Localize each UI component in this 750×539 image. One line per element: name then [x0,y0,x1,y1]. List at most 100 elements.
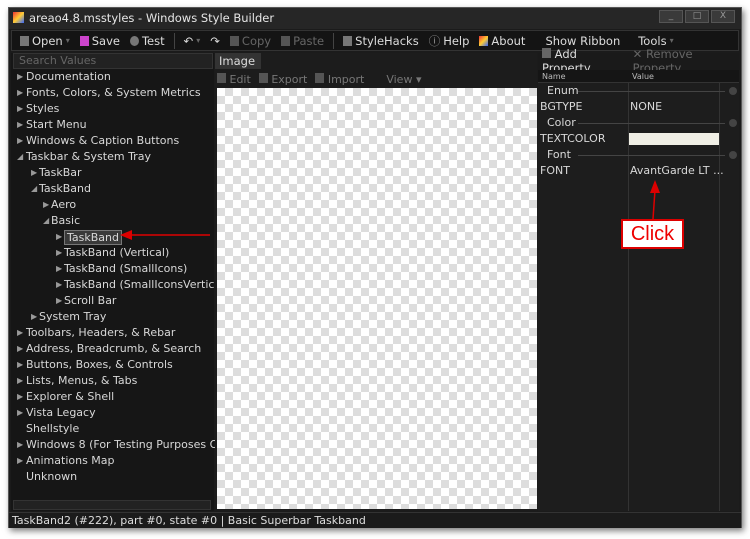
collapse-icon[interactable] [729,87,737,95]
tree-item-label: TaskBar [39,166,82,179]
collapsed-arrow-icon[interactable]: ▶ [56,229,62,245]
tree-item[interactable]: ◢ TaskBand [11,181,214,197]
expanded-arrow-icon[interactable]: ◢ [17,149,23,165]
collapsed-arrow-icon[interactable]: ▶ [17,69,23,85]
tree-item[interactable]: ▶ TaskBand [11,229,214,245]
tree-item[interactable]: ▶ System Tray [11,309,214,325]
tree-item[interactable]: ▶ TaskBand (Vertical) [11,245,214,261]
property-value[interactable]: AvantGarde LT ... [630,163,724,179]
collapsed-arrow-icon[interactable]: ▶ [56,261,62,277]
color-swatch[interactable] [629,133,719,145]
property-category[interactable]: Color [538,115,739,131]
collapsed-arrow-icon[interactable]: ▶ [17,101,23,117]
horizontal-scrollbar[interactable] [13,500,211,510]
tree-item[interactable]: ▶ Animations Map [11,453,214,469]
save-button[interactable]: Save [76,34,124,48]
expanded-arrow-icon[interactable]: ◢ [43,213,49,229]
collapsed-arrow-icon[interactable]: ▶ [17,117,23,133]
about-button[interactable]: About [475,34,529,48]
collapsed-arrow-icon[interactable]: ▶ [56,277,62,293]
paste-button[interactable]: Paste [277,34,328,48]
tree-item[interactable]: ▶ TaskBar [11,165,214,181]
property-value[interactable]: NONE [630,99,662,115]
test-button[interactable]: Test [126,34,169,48]
edit-button[interactable]: Edit [217,72,251,86]
tree-item[interactable]: ▶ TaskBand (SmallIcons) [11,261,214,277]
tab-image[interactable]: Image [215,53,261,69]
tree-item[interactable]: Shellstyle [11,421,214,437]
tree-item[interactable]: ◢ Taskbar & System Tray [11,149,214,165]
tree-item[interactable]: ▶ Lists, Menus, & Tabs [11,373,214,389]
tree-item[interactable]: ▶ Windows & Caption Buttons [11,133,214,149]
property-name: Font [547,148,571,161]
tree-item-label: Start Menu [26,118,87,131]
tree-item[interactable]: ▶ TaskBand (SmallIconsVertical) [11,277,229,293]
collapsed-arrow-icon[interactable]: ▶ [31,309,37,325]
collapsed-arrow-icon[interactable]: ▶ [17,389,23,405]
close-button[interactable]: X [711,10,735,23]
show-ribbon-button[interactable]: Show Ribbon [541,34,624,48]
tree-item[interactable]: ▶ Explorer & Shell [11,389,214,405]
collapsed-arrow-icon[interactable]: ▶ [17,405,23,421]
collapsed-arrow-icon[interactable]: ▶ [17,453,23,469]
maximize-button[interactable]: □ [685,10,709,23]
stylehacks-button[interactable]: StyleHacks [339,34,423,48]
property-row[interactable]: BGTYPE NONE [538,99,739,115]
collapsed-arrow-icon[interactable]: ▶ [17,437,23,453]
tree-item[interactable]: Unknown [11,469,214,485]
tree-item[interactable]: ▶ Address, Breadcrumb, & Search [11,341,214,357]
collapsed-arrow-icon[interactable]: ▶ [43,197,49,213]
property-row[interactable]: FONT AvantGarde LT ... [538,163,739,179]
collapsed-arrow-icon[interactable]: ▶ [17,341,23,357]
property-category[interactable]: Font [538,147,739,163]
tree-item-label: Explorer & Shell [26,390,115,403]
collapsed-arrow-icon[interactable]: ▶ [17,85,23,101]
copy-icon [229,35,239,46]
redo-button[interactable]: ↷ [206,34,224,48]
collapsed-arrow-icon[interactable]: ▶ [17,325,23,341]
tree-item[interactable]: ▶ Toolbars, Headers, & Rebar [11,325,214,341]
import-label: Import [327,72,365,86]
expanded-arrow-icon[interactable]: ◢ [31,181,37,197]
collapsed-arrow-icon[interactable]: ▶ [56,245,62,261]
tree-item-label: Basic [51,214,81,227]
tree-item[interactable]: ▶ Aero [11,197,214,213]
tree-item-label: Styles [26,102,60,115]
open-label: Open [32,33,63,48]
property-row[interactable]: TEXTCOLOR [538,131,739,147]
tree-item[interactable]: ▶ Documentation [11,69,214,85]
collapsed-arrow-icon[interactable]: ▶ [17,357,23,373]
collapse-icon[interactable] [729,119,737,127]
tree-item[interactable]: ▶ Fonts, Colors, & System Metrics [11,85,214,101]
export-button[interactable]: Export [258,72,307,86]
tree-item[interactable]: ▶ Windows 8 (For Testing Purposes Only) [11,437,239,453]
collapsed-arrow-icon[interactable]: ▶ [17,373,23,389]
edit-icon [217,72,226,83]
tools-label: Tools [638,33,667,48]
copy-button[interactable]: Copy [226,34,275,48]
search-input[interactable]: Search Values [13,53,213,69]
collapsed-arrow-icon[interactable]: ▶ [17,133,23,149]
tools-menu[interactable]: Tools ▾ [634,34,677,48]
import-button[interactable]: Import [315,72,365,86]
collapsed-arrow-icon[interactable]: ▶ [31,165,37,181]
image-canvas[interactable] [217,88,537,509]
view-menu[interactable]: View ▾ [386,73,421,86]
save-label: Save [91,33,120,48]
open-button[interactable]: Open ▾ [16,34,74,48]
tree-item[interactable]: ◢ Basic [11,213,214,229]
property-category[interactable]: Enum [538,83,739,99]
tree-item[interactable]: ▶ Scroll Bar [11,293,214,309]
tree-item[interactable]: ▶ Vista Legacy [11,405,214,421]
help-button[interactable]: ⓘ Help [425,33,474,49]
undo-button[interactable]: ↶ ▾ [180,34,205,48]
tree-item[interactable]: ▶ Start Menu [11,117,214,133]
tree-item-label: Vista Legacy [26,406,96,419]
minimize-button[interactable]: _ [659,10,683,23]
tree-item[interactable]: ▶ Buttons, Boxes, & Controls [11,357,214,373]
collapse-icon[interactable] [729,151,737,159]
view-label: View [386,72,413,86]
collapsed-arrow-icon[interactable]: ▶ [56,293,62,309]
test-label: Test [141,33,165,48]
tree-item[interactable]: ▶ Styles [11,101,214,117]
